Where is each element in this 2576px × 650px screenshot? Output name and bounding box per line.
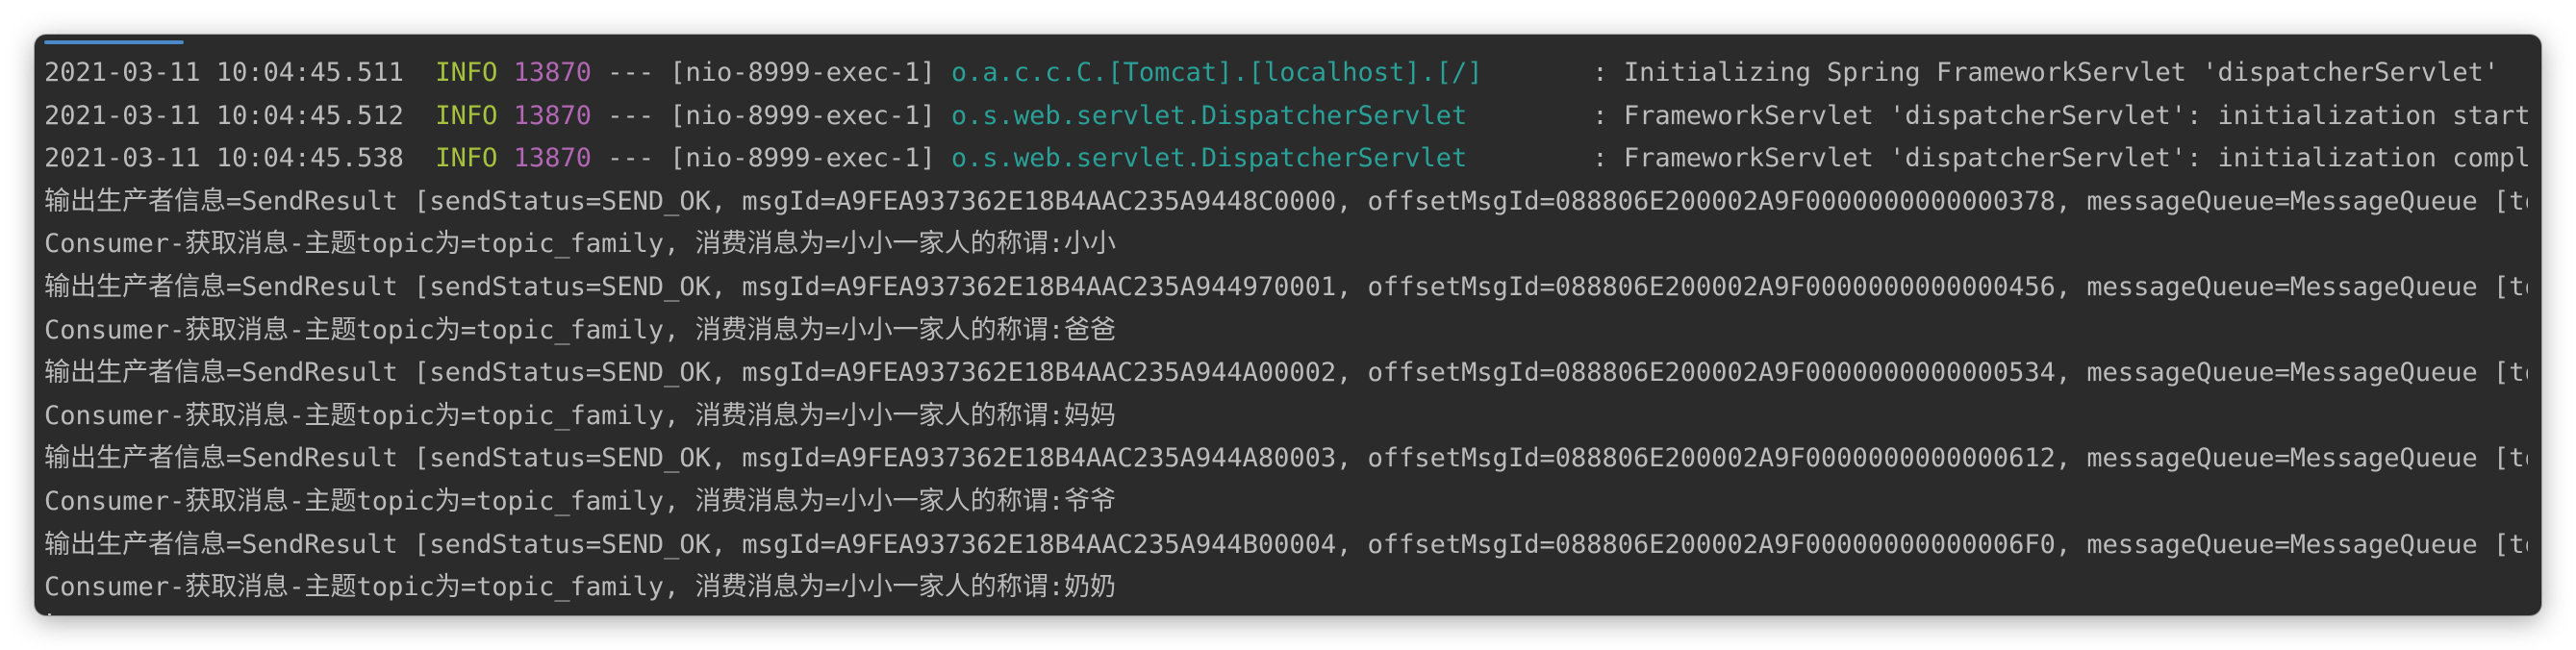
log-level: INFO: [435, 58, 498, 88]
log-logger-link[interactable]: o.s.web.servlet.DispatcherServlet: [951, 143, 1577, 173]
input-cursor-line[interactable]: [44, 610, 2528, 615]
log-thread: --- [nio-8999-exec-1]: [591, 100, 951, 131]
log-pid: 13870: [513, 143, 592, 174]
consumer-output-line: Consumer-获取消息-主题topic为=topic_family, 消费消…: [44, 314, 1117, 345]
log-line: 2021-03-11 10:04:45.512 INFO 13870 --- […: [44, 95, 2528, 138]
consumer-output-line: Consumer-获取消息-主题topic为=topic_family, 消费消…: [44, 486, 1117, 516]
active-tab-indicator: [44, 40, 184, 44]
console-window: 2021-03-11 10:04:45.511 INFO 13870 --- […: [35, 35, 2541, 615]
log-timestamp: 2021-03-11 10:04:45.538: [44, 143, 404, 174]
log-message: : FrameworkServlet 'dispatcherServlet': …: [1577, 143, 2528, 174]
log-logger-link[interactable]: o.a.c.c.C.[Tomcat].[localhost].[/]: [951, 58, 1577, 88]
producer-output-line: 输出生产者信息=SendResult [sendStatus=SEND_OK, …: [44, 443, 2528, 474]
log-line: 2021-03-11 10:04:45.511 INFO 13870 --- […: [44, 52, 2528, 95]
producer-output-line: 输出生产者信息=SendResult [sendStatus=SEND_OK, …: [44, 186, 2528, 216]
log-pid: 13870: [513, 58, 592, 88]
log-pid: 13870: [513, 100, 592, 131]
log-line: 2021-03-11 10:04:45.538 INFO 13870 --- […: [44, 138, 2528, 181]
producer-output-line: 输出生产者信息=SendResult [sendStatus=SEND_OK, …: [44, 529, 2528, 560]
log-timestamp: 2021-03-11 10:04:45.511: [44, 58, 404, 88]
consumer-output-line: Consumer-获取消息-主题topic为=topic_family, 消费消…: [44, 572, 1117, 603]
text-caret: [48, 612, 51, 615]
log-timestamp: 2021-03-11 10:04:45.512: [44, 100, 404, 131]
producer-output-line: 输出生产者信息=SendResult [sendStatus=SEND_OK, …: [44, 271, 2528, 302]
log-message: : Initializing Spring FrameworkServlet '…: [1577, 58, 2500, 88]
consumer-output-line: Consumer-获取消息-主题topic为=topic_family, 消费消…: [44, 229, 1117, 260]
log-level: INFO: [435, 100, 498, 131]
consumer-output-line: Consumer-获取消息-主题topic为=topic_family, 消费消…: [44, 400, 1117, 431]
console-output[interactable]: 2021-03-11 10:04:45.511 INFO 13870 --- […: [44, 52, 2528, 615]
log-thread: --- [nio-8999-exec-1]: [591, 143, 951, 174]
log-message: : FrameworkServlet 'dispatcherServlet': …: [1577, 100, 2528, 131]
log-thread: --- [nio-8999-exec-1]: [591, 58, 951, 88]
log-level: INFO: [435, 143, 498, 174]
log-logger-link[interactable]: o.s.web.servlet.DispatcherServlet: [951, 101, 1577, 131]
producer-output-line: 输出生产者信息=SendResult [sendStatus=SEND_OK, …: [44, 358, 2528, 388]
